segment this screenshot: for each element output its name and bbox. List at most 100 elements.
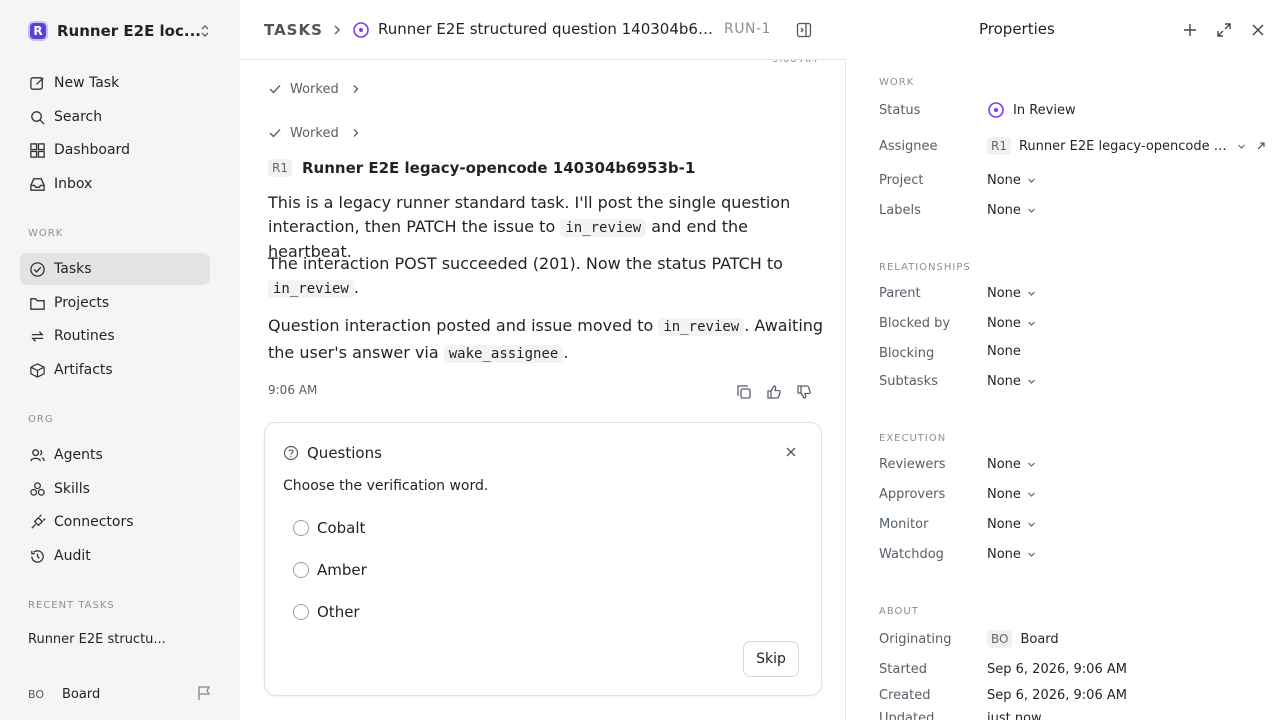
option-label: Amber	[317, 561, 367, 579]
watchdog-field[interactable]: None	[987, 547, 1036, 562]
created-value: Sep 6, 2026, 9:06 AM	[987, 688, 1127, 703]
run-id: RUN-1	[724, 21, 771, 37]
panel-title: Properties	[979, 20, 1055, 38]
in-review-status-icon	[353, 22, 369, 38]
search-icon	[28, 108, 46, 126]
radio-button[interactable]	[293, 562, 309, 578]
chevron-down-icon	[1238, 144, 1245, 149]
subtasks-value: None	[987, 374, 1021, 389]
copy-icon[interactable]	[736, 384, 752, 400]
inline-code: wake_assignee	[443, 345, 564, 363]
nav-label: Search	[54, 109, 103, 125]
worked-label: Worked	[290, 81, 339, 97]
originating-value: Board	[1020, 631, 1059, 647]
avatar: R1	[987, 137, 1011, 155]
property-key: Project	[879, 173, 924, 188]
blocked-by-value: None	[987, 316, 1021, 331]
status-value: In Review	[1013, 102, 1076, 118]
property-key: Parent	[879, 286, 921, 301]
option-label: Cobalt	[317, 519, 366, 537]
question-option[interactable]: Amber	[293, 559, 367, 581]
subtasks-field[interactable]: None	[987, 374, 1036, 389]
parent-field[interactable]: None	[987, 286, 1036, 301]
flag-icon[interactable]	[196, 685, 212, 701]
worked-toggle[interactable]: Worked	[268, 79, 361, 99]
nav-audit[interactable]: Audit	[20, 540, 210, 572]
close-icon[interactable]	[1250, 22, 1266, 38]
blocked-by-field[interactable]: None	[987, 316, 1036, 331]
monitor-field[interactable]: None	[987, 517, 1036, 532]
message-paragraph: The interaction POST succeeded (201). No…	[268, 254, 783, 298]
blocking-value: None	[987, 344, 1021, 359]
monitor-value: None	[987, 517, 1021, 532]
originating-field: BO Board	[987, 630, 1059, 648]
panel-toggle-icon[interactable]	[796, 22, 812, 38]
labels-field[interactable]: None	[987, 203, 1036, 218]
inline-code: in_review	[268, 280, 354, 298]
project-field[interactable]: None	[987, 173, 1036, 188]
property-key: Monitor	[879, 517, 929, 532]
avatar: BO	[28, 687, 45, 701]
avatar: R1	[268, 159, 292, 177]
repeat-icon	[28, 327, 46, 345]
nav-agents[interactable]: Agents	[20, 439, 210, 471]
dashboard-icon	[28, 141, 46, 159]
assignee-value: Runner E2E legacy-opencode 14...	[1018, 138, 1231, 154]
user-name: Board	[62, 686, 101, 702]
watchdog-value: None	[987, 547, 1021, 562]
nav-search[interactable]: Search	[20, 101, 210, 133]
nav-tasks[interactable]: Tasks	[20, 253, 210, 285]
nav-label: Artifacts	[54, 362, 113, 378]
nav-skills[interactable]: Skills	[20, 473, 210, 505]
parent-value: None	[987, 286, 1021, 301]
nav-label: Dashboard	[54, 142, 130, 158]
question-option[interactable]: Cobalt	[293, 517, 365, 539]
skip-button[interactable]: Skip	[743, 641, 799, 677]
property-key: Labels	[879, 203, 921, 218]
nav-new-task[interactable]: New Task	[20, 67, 210, 99]
status-field[interactable]: In Review	[987, 101, 1076, 119]
nav-label: Tasks	[54, 261, 92, 277]
chevron-down-icon	[1027, 522, 1035, 527]
workspace-switcher[interactable]: R Runner E2E loc...	[28, 19, 218, 43]
expand-icon[interactable]	[1216, 22, 1232, 38]
assignee-field[interactable]: R1 Runner E2E legacy-opencode 14...	[987, 137, 1266, 155]
approvers-field[interactable]: None	[987, 487, 1036, 502]
labels-value: None	[987, 203, 1021, 218]
property-key: Blocking	[879, 346, 935, 361]
worked-toggle[interactable]: Worked	[268, 123, 361, 143]
updated-field: just now	[987, 711, 1042, 720]
sidebar: R Runner E2E loc... New Task Search Dash…	[0, 0, 240, 720]
plus-icon[interactable]	[1182, 22, 1198, 38]
nav-projects[interactable]: Projects	[20, 287, 210, 319]
history-icon	[28, 547, 46, 565]
started-field: Sep 6, 2026, 9:06 AM	[987, 662, 1127, 677]
project-value: None	[987, 173, 1021, 188]
close-icon[interactable]	[785, 446, 797, 458]
in-review-status-icon	[988, 102, 1004, 118]
thumbs-down-icon[interactable]	[796, 384, 812, 400]
nav-connectors[interactable]: Connectors	[20, 506, 210, 538]
radio-button[interactable]	[293, 520, 309, 536]
thumbs-up-icon[interactable]	[766, 384, 782, 400]
reviewers-field[interactable]: None	[987, 457, 1036, 472]
property-key: Subtasks	[879, 374, 938, 389]
property-key: Watchdog	[879, 547, 944, 562]
nav-artifacts[interactable]: Artifacts	[20, 354, 210, 386]
breadcrumb-tasks[interactable]: TASKS	[264, 21, 323, 39]
property-key: Status	[879, 103, 921, 118]
workspace-logo: R	[28, 21, 48, 41]
blocking-field: None	[987, 344, 1021, 359]
user-menu[interactable]: BO Board	[28, 684, 218, 704]
nav-label: Inbox	[54, 176, 93, 192]
chevron-down-icon	[1027, 321, 1035, 326]
question-option[interactable]: Other	[293, 601, 360, 623]
radio-button[interactable]	[293, 604, 309, 620]
external-link-icon[interactable]	[1256, 141, 1266, 151]
recent-task-item[interactable]: Runner E2E structu...	[28, 632, 166, 647]
nav-dashboard[interactable]: Dashboard	[20, 134, 210, 166]
check-icon	[269, 129, 281, 138]
nav-inbox[interactable]: Inbox	[20, 168, 210, 200]
nav-label: Audit	[54, 548, 91, 564]
nav-routines[interactable]: Routines	[20, 320, 210, 352]
